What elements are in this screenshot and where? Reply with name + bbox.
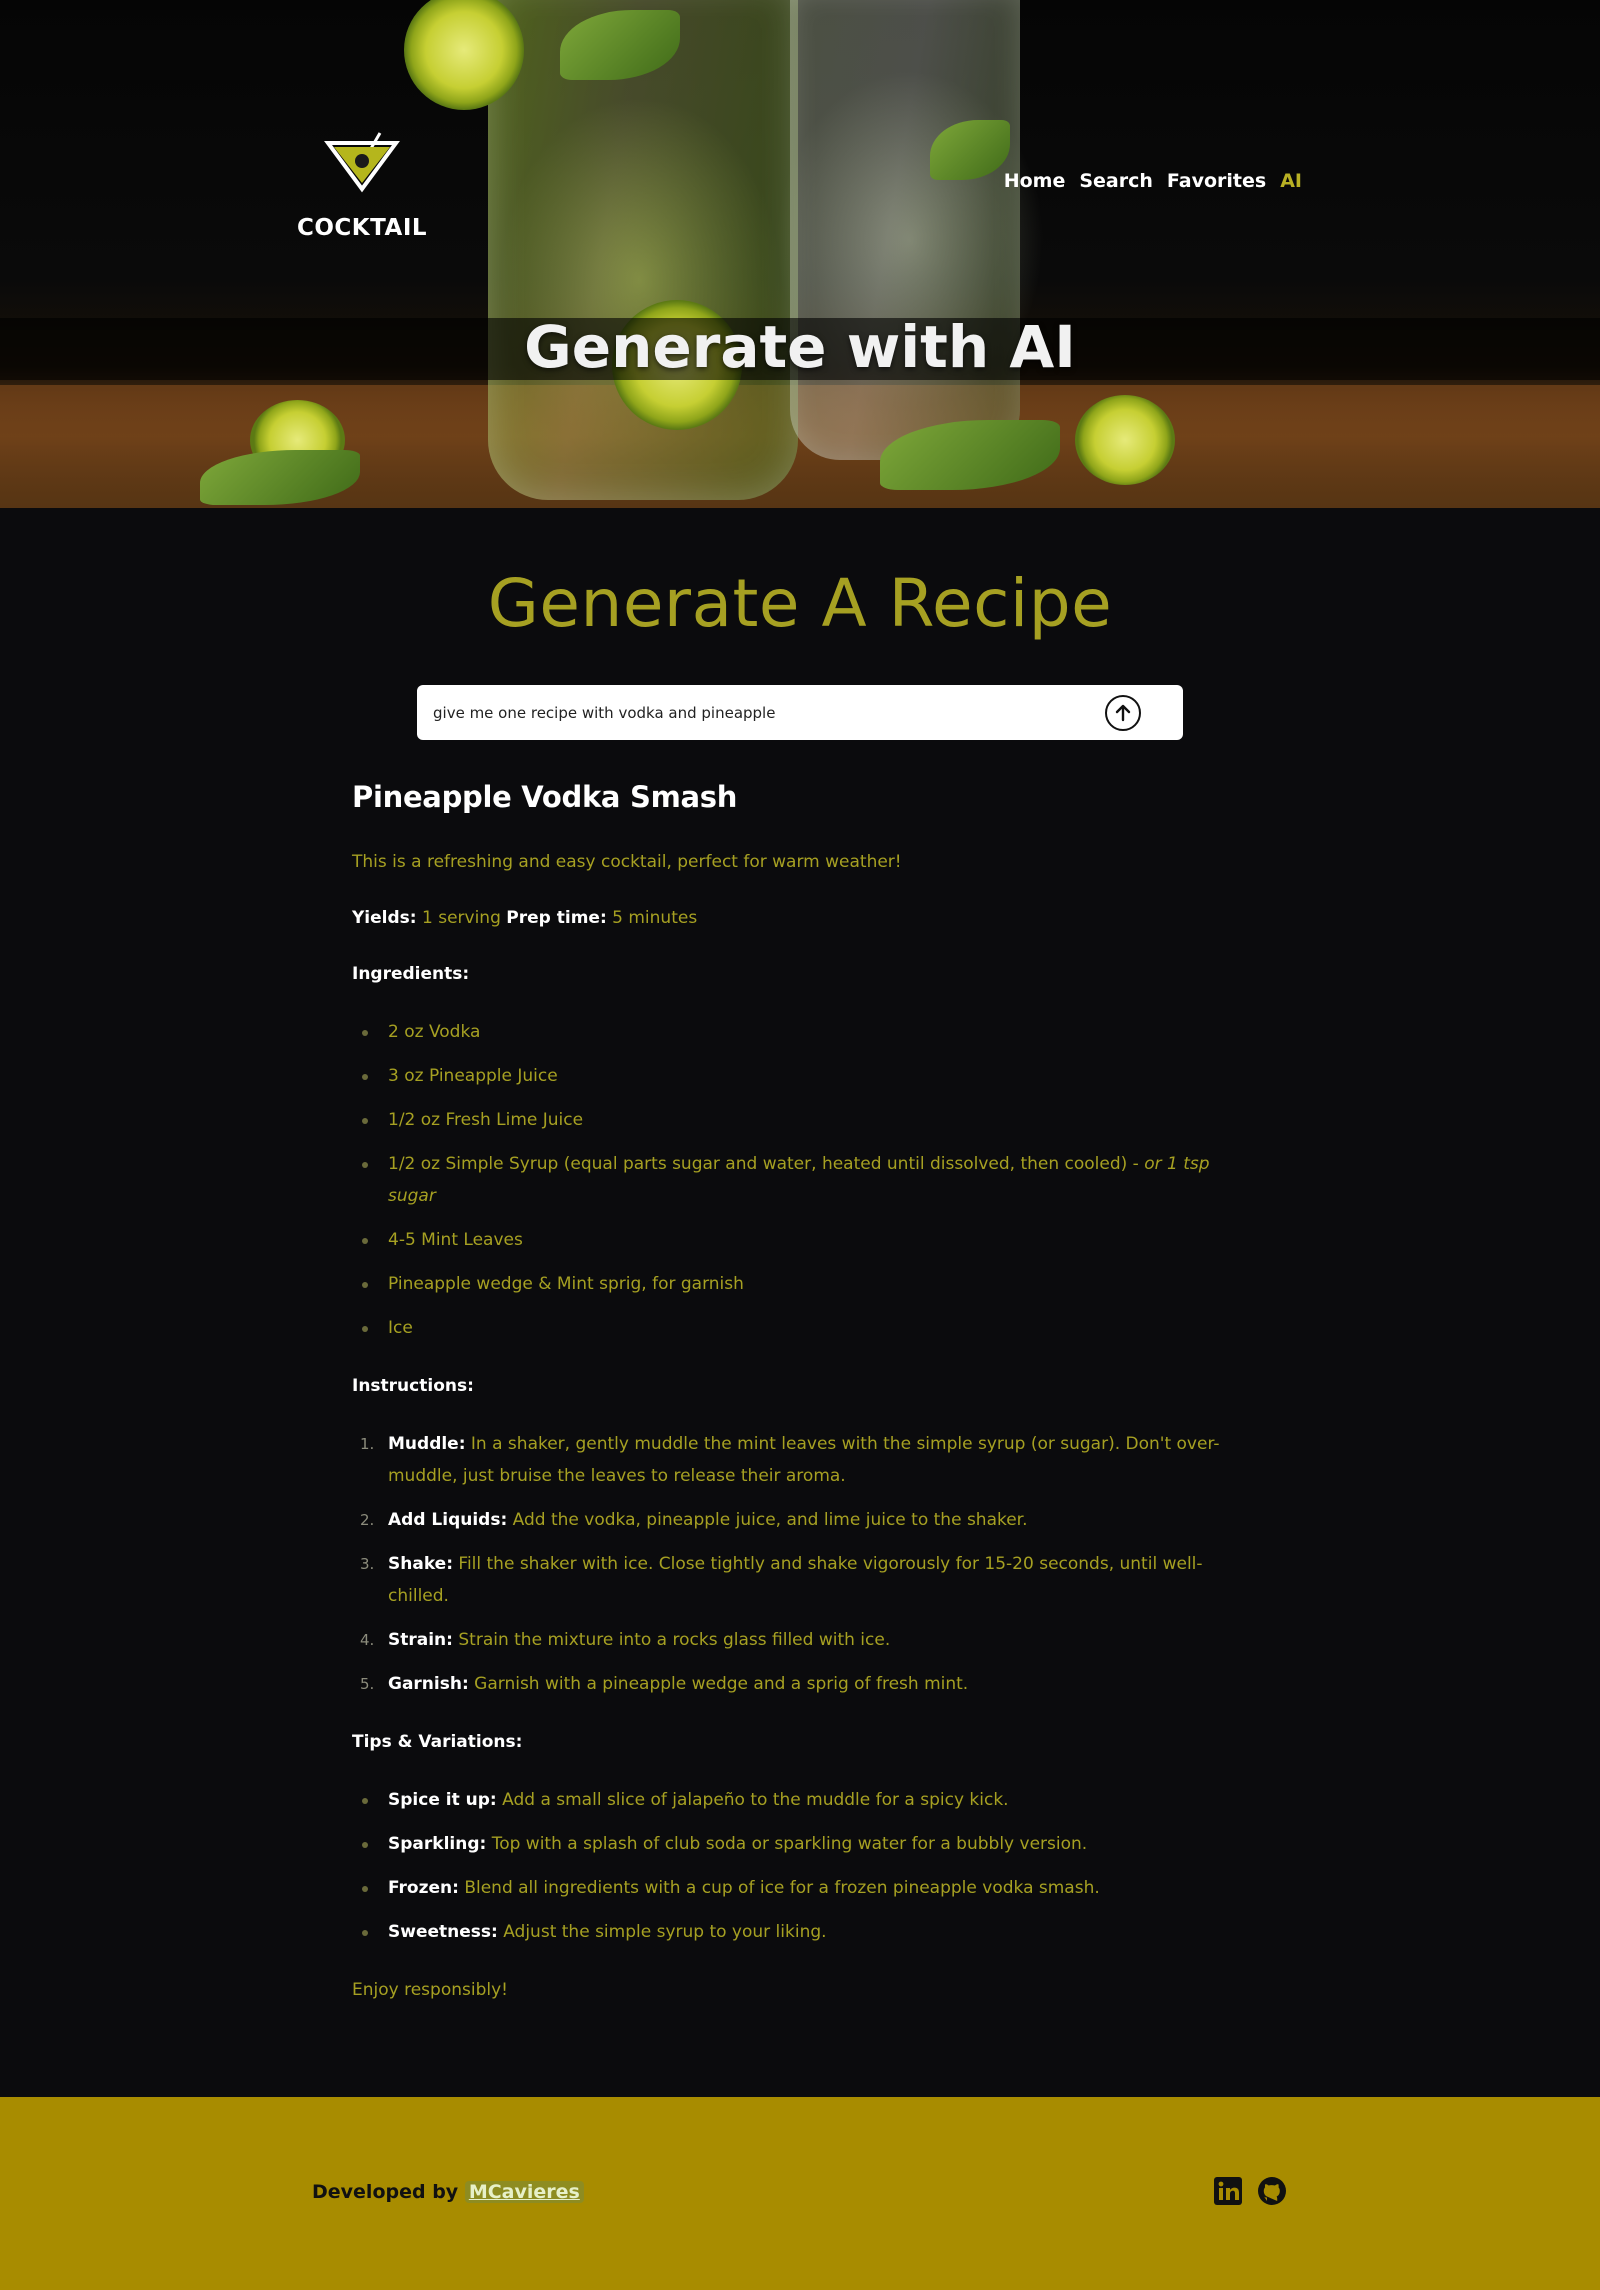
instructions-heading: Instructions:: [352, 1376, 474, 1396]
ingredient-item: 1/2 oz Fresh Lime Juice: [352, 1104, 1252, 1136]
tip-item: Sweetness: Adjust the simple syrup to yo…: [352, 1916, 1252, 1948]
step-text: Fill the shaker with ice. Close tightly …: [388, 1554, 1203, 1606]
github-icon[interactable]: [1256, 2175, 1288, 2207]
nav-home[interactable]: Home: [1004, 170, 1066, 192]
step-label: Garnish:: [388, 1674, 469, 1694]
tip-label: Sparkling:: [388, 1834, 487, 1854]
generate-button[interactable]: [1105, 695, 1141, 731]
step-number: 1.: [360, 1435, 375, 1453]
tip-text: Blend all ingredients with a cup of ice …: [458, 1878, 1100, 1898]
main-nav: Home Search Favorites AI: [1004, 170, 1302, 192]
step-label: Shake:: [388, 1554, 453, 1574]
instructions-list: 1. Muddle: In a shaker, gently muddle the…: [352, 1428, 1252, 1700]
hero-glass-right: [790, 0, 1020, 460]
nav-favorites[interactable]: Favorites: [1167, 170, 1266, 192]
step-number: 3.: [360, 1555, 375, 1573]
generator-title: Generate A Recipe: [487, 565, 1113, 642]
recipe-description: This is a refreshing and easy cocktail, …: [352, 852, 902, 872]
logo[interactable]: COCKTAIL: [297, 127, 427, 241]
ingredient-item: 1/2 oz Simple Syrup (equal parts sugar a…: [352, 1148, 1252, 1212]
tip-label: Frozen:: [388, 1878, 459, 1898]
hero-title: Generate with AI: [524, 313, 1076, 381]
instruction-step: 2. Add Liquids: Add the vodka, pineapple …: [352, 1504, 1252, 1536]
ingredient-item: 3 oz Pineapple Juice: [352, 1060, 1252, 1092]
tip-text: Add a small slice of jalapeño to the mud…: [496, 1790, 1009, 1810]
hero-glass-left: [488, 0, 798, 500]
page: COCKTAIL Home Search Favorites AI Genera…: [0, 0, 1600, 2000]
ingredient-item: 4-5 Mint Leaves: [352, 1224, 1252, 1256]
yields-label: Yields:: [352, 908, 417, 928]
credit-prefix: Developed by: [312, 2181, 465, 2203]
tip-label: Spice it up:: [388, 1790, 497, 1810]
footer-credit: Developed by MCavieres: [312, 2181, 584, 2203]
tips-list: Spice it up: Add a small slice of jalape…: [352, 1784, 1252, 1948]
prompt-input[interactable]: [433, 685, 1093, 740]
tips-heading: Tips & Variations:: [352, 1732, 523, 1752]
recipe-title: Pineapple Vodka Smash: [352, 780, 738, 814]
hero-banner: COCKTAIL Home Search Favorites AI Genera…: [0, 0, 1600, 508]
nav-ai[interactable]: AI: [1280, 170, 1302, 192]
step-label: Muddle:: [388, 1434, 466, 1454]
instruction-step: 1. Muddle: In a shaker, gently muddle the…: [352, 1428, 1252, 1492]
footer: Developed by MCavieres: [0, 2097, 1600, 2290]
ingredient-item: Ice: [352, 1312, 1252, 1344]
tip-item: Sparkling: Top with a splash of club sod…: [352, 1828, 1252, 1860]
arrow-up-circle-icon: [1115, 704, 1131, 722]
recipe-output: Pineapple Vodka Smash This is a refreshi…: [352, 780, 1252, 2032]
recipe-meta: Yields: 1 serving Prep time: 5 minutes: [352, 904, 1252, 932]
cocktail-glass-icon: [324, 132, 400, 193]
author-link[interactable]: MCavieres: [464, 2181, 584, 2203]
recipe-closing: Enjoy responsibly!: [352, 1980, 508, 2000]
ingredient-item: Pineapple wedge & Mint sprig, for garnis…: [352, 1268, 1252, 1300]
prep-value: 5 minutes: [612, 908, 698, 928]
step-number: 2.: [360, 1511, 375, 1529]
step-label: Strain:: [388, 1630, 453, 1650]
yields-value: 1 serving: [422, 908, 501, 928]
hero-lime-slice: [1075, 395, 1175, 485]
tip-text: Adjust the simple syrup to your liking.: [497, 1922, 827, 1942]
prep-label: Prep time:: [506, 908, 607, 928]
tip-item: Spice it up: Add a small slice of jalape…: [352, 1784, 1252, 1816]
instruction-step: 4. Strain: Strain the mixture into a rock…: [352, 1624, 1252, 1656]
tip-label: Sweetness:: [388, 1922, 498, 1942]
ingredients-heading: Ingredients:: [352, 964, 470, 984]
nav-search[interactable]: Search: [1079, 170, 1153, 192]
step-text: Garnish with a pineapple wedge and a spr…: [468, 1674, 969, 1694]
tip-text: Top with a splash of club soda or sparkl…: [486, 1834, 1088, 1854]
ingredient-text: 1/2 oz Simple Syrup (equal parts sugar a…: [388, 1154, 1145, 1174]
logo-text: COCKTAIL: [297, 215, 428, 241]
instruction-step: 3. Shake: Fill the shaker with ice. Close…: [352, 1548, 1252, 1612]
tip-item: Frozen: Blend all ingredients with a cup…: [352, 1872, 1252, 1904]
step-text: Strain the mixture into a rocks glass fi…: [452, 1630, 891, 1650]
linkedin-icon[interactable]: [1212, 2175, 1244, 2207]
social-links: [1212, 2175, 1288, 2207]
ingredients-list: 2 oz Vodka 3 oz Pineapple Juice 1/2 oz F…: [352, 1016, 1252, 1344]
prompt-box: [417, 685, 1183, 740]
step-text: In a shaker, gently muddle the mint leav…: [388, 1434, 1220, 1486]
step-number: 5.: [360, 1675, 375, 1693]
step-number: 4.: [360, 1631, 375, 1649]
instruction-step: 5. Garnish: Garnish with a pineapple wedg…: [352, 1668, 1252, 1700]
ingredient-item: 2 oz Vodka: [352, 1016, 1252, 1048]
step-label: Add Liquids:: [388, 1510, 508, 1530]
step-text: Add the vodka, pineapple juice, and lime…: [507, 1510, 1028, 1530]
